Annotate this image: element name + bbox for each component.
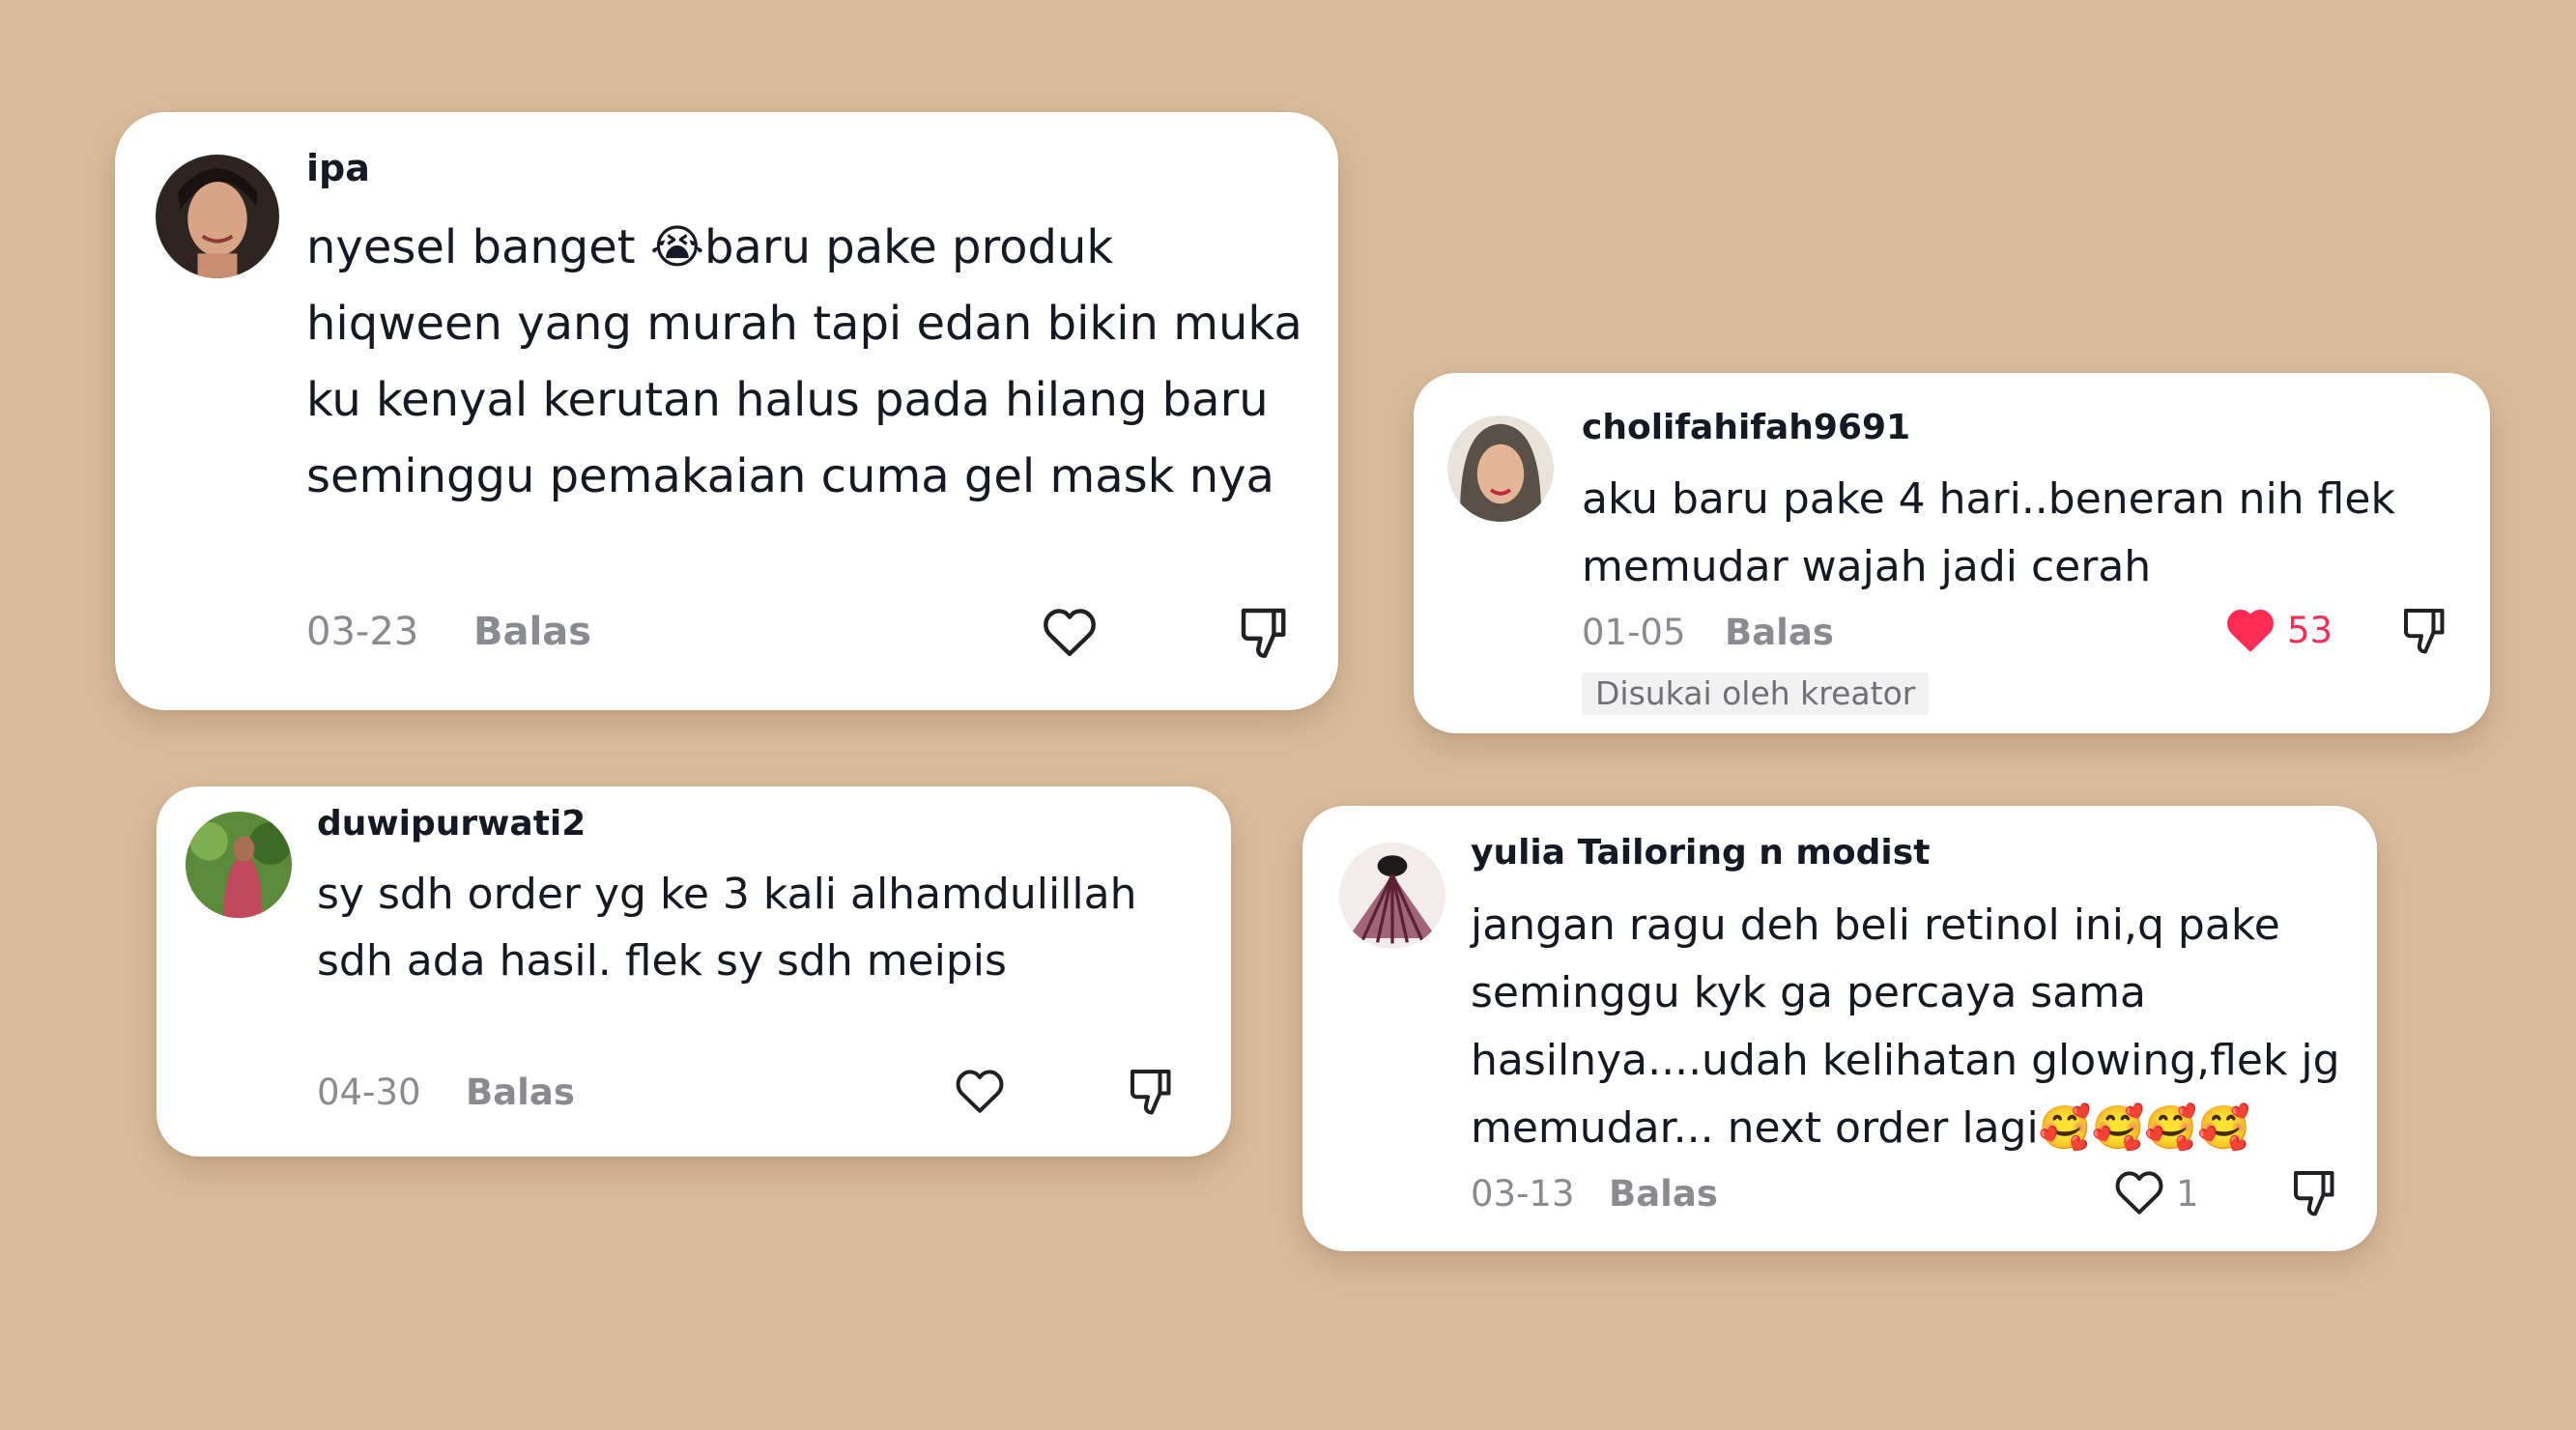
creator-liked-badge: Disukai oleh kreator (1582, 672, 1930, 715)
avatar[interactable] (1339, 843, 1445, 949)
comment-text: nyesel banget 😭baru pake produk hiqween … (306, 220, 1302, 503)
heart-outline-icon[interactable] (1038, 600, 1102, 664)
avatar[interactable] (186, 812, 292, 918)
username[interactable]: ipa (306, 147, 370, 189)
comment-date: 03-13 (1471, 1173, 1575, 1215)
comment-card: ipa nyesel banget 😭baru pake produk hiqw… (115, 112, 1338, 710)
thumbs-down-icon[interactable] (2396, 601, 2454, 659)
thumbs-down-icon[interactable] (1233, 600, 1297, 664)
username[interactable]: yulia Tailoring n modist (1471, 833, 1930, 872)
comment-card: duwipurwati2 sy sdh order yg ke 3 kali a… (157, 786, 1231, 1157)
comment-text: jangan ragu deh beli retinol ini,q pake … (1471, 901, 2340, 1153)
avatar[interactable] (156, 155, 279, 278)
thumbs-down-icon[interactable] (2286, 1163, 2344, 1221)
thumbs-down-icon[interactable] (1123, 1062, 1181, 1120)
username[interactable]: cholifahifah9691 (1582, 408, 1910, 447)
avatar[interactable] (1447, 415, 1554, 522)
like-count: 1 (2176, 1173, 2199, 1215)
comment-card: yulia Tailoring n modist jangan ragu deh… (1302, 806, 2377, 1251)
comment-date: 03-23 (306, 610, 419, 654)
comment-text: sy sdh order yg ke 3 kali alhamdulillah … (317, 870, 1137, 986)
username[interactable]: duwipurwati2 (317, 804, 586, 844)
heart-outline-icon[interactable] (951, 1062, 1009, 1120)
like-count: 53 (2287, 610, 2333, 651)
reply-button[interactable]: Balas (473, 610, 591, 654)
reply-button[interactable]: Balas (466, 1072, 575, 1113)
comment-date: 01-05 (1582, 612, 1686, 653)
reply-button[interactable]: Balas (1725, 612, 1834, 653)
comment-date: 04-30 (317, 1072, 421, 1113)
heart-outline-icon[interactable] (2110, 1163, 2168, 1221)
heart-filled-icon[interactable] (2221, 601, 2279, 659)
comment-card: cholifahifah9691 aku baru pake 4 hari..b… (1414, 373, 2490, 733)
comment-text: aku baru pake 4 hari..beneran nih flek m… (1582, 474, 2395, 591)
reply-button[interactable]: Balas (1609, 1173, 1718, 1215)
